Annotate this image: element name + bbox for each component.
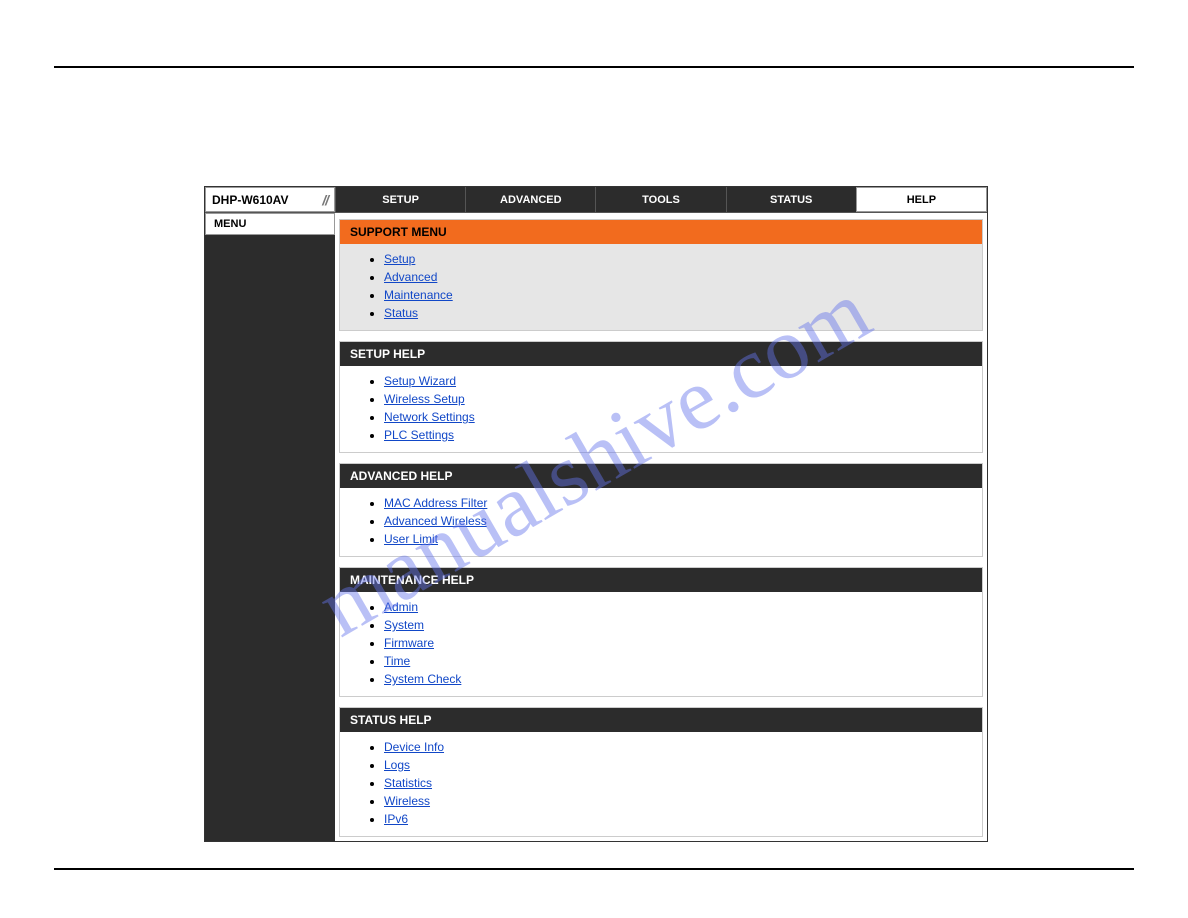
tab-setup[interactable]: SETUP	[335, 187, 465, 212]
list-item: Time	[384, 652, 974, 670]
panel-1: SETUP HELP Setup Wizard Wireless Setup Netw…	[339, 341, 983, 453]
help-link[interactable]: Firmware	[384, 636, 434, 650]
link-list: MAC Address Filter Advanced Wireless User …	[368, 494, 974, 548]
decor-slashes-icon: //	[322, 192, 328, 208]
tab-help[interactable]: HELP	[856, 187, 987, 212]
panel-header: SUPPORT MENU	[340, 220, 982, 244]
tab-status[interactable]: STATUS	[726, 187, 856, 212]
router-admin-frame: DHP-W610AV // SETUPADVANCEDTOOLSSTATUSHE…	[204, 186, 988, 842]
panel-0: SUPPORT MENU Setup Advanced Maintenance Stat…	[339, 219, 983, 331]
help-link[interactable]: System	[384, 618, 424, 632]
panel-body: Setup Wizard Wireless Setup Network Settin…	[340, 366, 982, 452]
help-link[interactable]: User Limit	[384, 532, 438, 546]
help-link[interactable]: Network Settings	[384, 410, 475, 424]
sidebar: MENU	[205, 213, 335, 841]
panel-header: SETUP HELP	[340, 342, 982, 366]
panel-header: MAINTENANCE HELP	[340, 568, 982, 592]
help-link[interactable]: Logs	[384, 758, 410, 772]
list-item: Status	[384, 304, 974, 322]
panel-body: Setup Advanced Maintenance Status	[340, 244, 982, 330]
help-link[interactable]: PLC Settings	[384, 428, 454, 442]
list-item: Network Settings	[384, 408, 974, 426]
list-item: Device Info	[384, 738, 974, 756]
main-content: SUPPORT MENU Setup Advanced Maintenance Stat…	[335, 213, 987, 841]
list-item: Admin	[384, 598, 974, 616]
page-hr-top	[54, 66, 1134, 68]
list-item: Wireless Setup	[384, 390, 974, 408]
list-item: MAC Address Filter	[384, 494, 974, 512]
link-list: Admin System Firmware Time System Check	[368, 598, 974, 688]
top-nav: DHP-W610AV // SETUPADVANCEDTOOLSSTATUSHE…	[205, 187, 987, 213]
list-item: Advanced Wireless	[384, 512, 974, 530]
link-list: Setup Advanced Maintenance Status	[368, 250, 974, 322]
sidebar-menu-label: MENU	[205, 213, 335, 235]
panel-body: MAC Address Filter Advanced Wireless User …	[340, 488, 982, 556]
help-link[interactable]: IPv6	[384, 812, 408, 826]
help-link[interactable]: Wireless	[384, 794, 430, 808]
list-item: Maintenance	[384, 286, 974, 304]
help-link[interactable]: Advanced	[384, 270, 437, 284]
list-item: Setup	[384, 250, 974, 268]
panel-2: ADVANCED HELP MAC Address Filter Advanced …	[339, 463, 983, 557]
help-link[interactable]: Setup Wizard	[384, 374, 456, 388]
help-link[interactable]: System Check	[384, 672, 461, 686]
link-list: Device Info Logs Statistics Wireless IPv6	[368, 738, 974, 828]
help-link[interactable]: Wireless Setup	[384, 392, 465, 406]
list-item: System Check	[384, 670, 974, 688]
help-link[interactable]: Setup	[384, 252, 415, 266]
help-link[interactable]: Status	[384, 306, 418, 320]
panel-3: MAINTENANCE HELP Admin System Firmware Time S…	[339, 567, 983, 697]
tab-advanced[interactable]: ADVANCED	[465, 187, 595, 212]
panel-header: ADVANCED HELP	[340, 464, 982, 488]
panel-header: STATUS HELP	[340, 708, 982, 732]
help-link[interactable]: MAC Address Filter	[384, 496, 487, 510]
list-item: Statistics	[384, 774, 974, 792]
help-link[interactable]: Admin	[384, 600, 418, 614]
panel-4: STATUS HELP Device Info Logs Statistics Wire…	[339, 707, 983, 837]
list-item: IPv6	[384, 810, 974, 828]
list-item: System	[384, 616, 974, 634]
help-link[interactable]: Statistics	[384, 776, 432, 790]
device-model-text: DHP-W610AV	[212, 193, 288, 207]
list-item: Advanced	[384, 268, 974, 286]
help-link[interactable]: Advanced Wireless	[384, 514, 487, 528]
device-model-label: DHP-W610AV //	[205, 187, 335, 212]
tabs-row: SETUPADVANCEDTOOLSSTATUSHELP	[335, 187, 987, 212]
help-link[interactable]: Maintenance	[384, 288, 453, 302]
list-item: Firmware	[384, 634, 974, 652]
panel-body: Device Info Logs Statistics Wireless IPv6	[340, 732, 982, 836]
page-hr-bottom	[54, 868, 1134, 870]
help-link[interactable]: Time	[384, 654, 410, 668]
list-item: Logs	[384, 756, 974, 774]
tab-tools[interactable]: TOOLS	[595, 187, 725, 212]
link-list: Setup Wizard Wireless Setup Network Settin…	[368, 372, 974, 444]
list-item: User Limit	[384, 530, 974, 548]
content-row: MENU SUPPORT MENU Setup Advanced Maintenanc…	[205, 213, 987, 841]
help-link[interactable]: Device Info	[384, 740, 444, 754]
list-item: Wireless	[384, 792, 974, 810]
list-item: Setup Wizard	[384, 372, 974, 390]
panel-body: Admin System Firmware Time System Check	[340, 592, 982, 696]
list-item: PLC Settings	[384, 426, 974, 444]
